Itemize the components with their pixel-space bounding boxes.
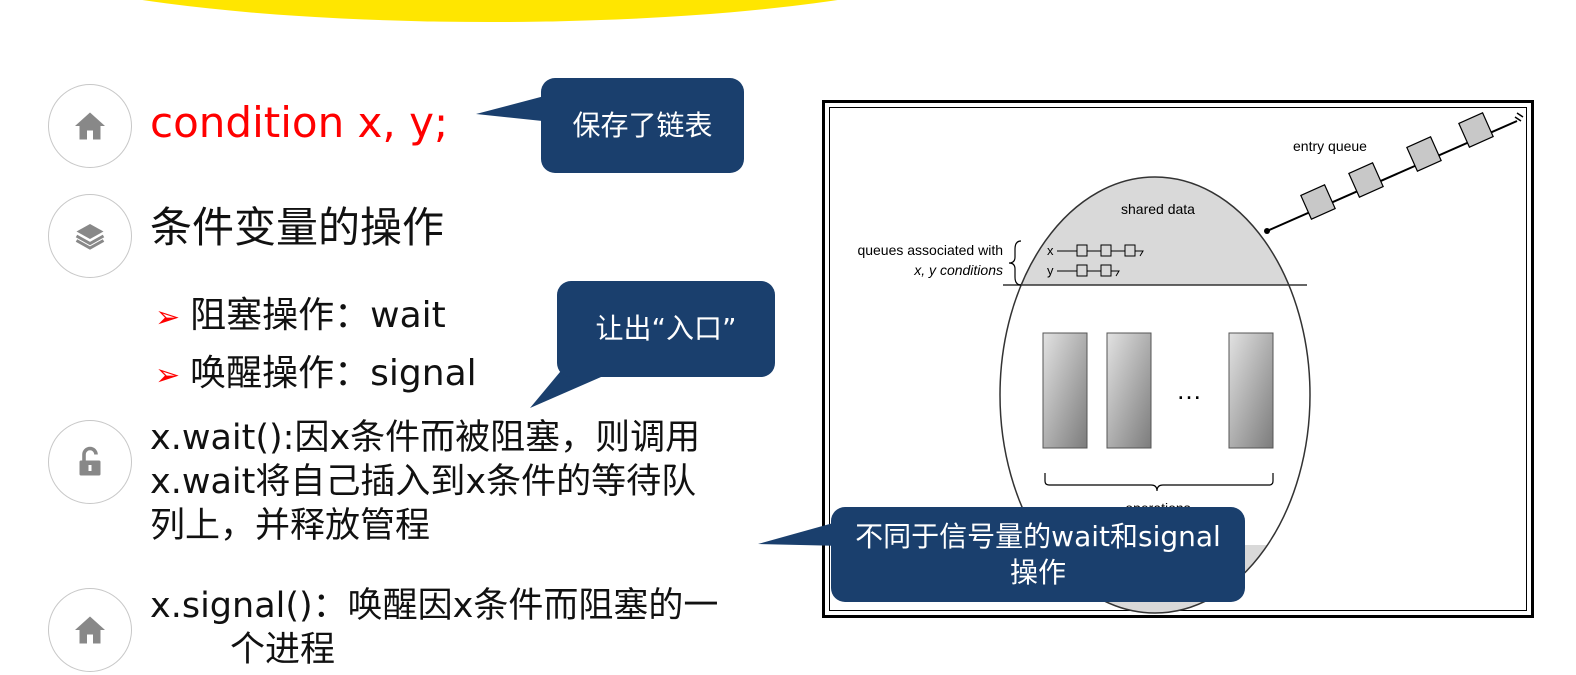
- section-heading: 条件变量的操作: [150, 203, 445, 252]
- callout-line: 操作: [1009, 555, 1066, 589]
- queues-label-line-2: x, y conditions: [913, 262, 1003, 278]
- condition-declaration: condition x, y;: [150, 98, 449, 147]
- sub-item-signal-label: 唤醒操作：signal: [190, 353, 477, 394]
- layers-icon: [75, 224, 105, 250]
- sub-item-wait: ➢ 阻塞操作：wait: [155, 286, 446, 338]
- operations-ellipsis: …: [1176, 375, 1202, 405]
- wait-description-line: x.wait将自己插入到x条件的等待队: [150, 462, 697, 502]
- sub-item-wait-label: 阻塞操作：wait: [190, 295, 446, 336]
- wait-description-line: x.wait():因x条件而被阻塞，则调用: [150, 418, 701, 458]
- shared-data-region: [1000, 177, 1310, 285]
- queues-label-line-1: queues associated with: [857, 242, 1003, 258]
- bullet-unlock-icon: [48, 420, 132, 504]
- arrow-bullet-icon: ➢: [155, 300, 181, 335]
- bullet-home-icon: [48, 84, 132, 168]
- callout-linked-list: 保存了链表: [541, 78, 744, 173]
- bullet-home-icon: [48, 588, 132, 672]
- bullet-layers-icon: [48, 194, 132, 278]
- signal-description: x.signal()：唤醒因x条件而阻塞的一 个进程: [150, 584, 718, 672]
- x-queue-label: x: [1047, 243, 1054, 258]
- callout-different-from-semaphore: 不同于信号量的wait和signal 操作: [831, 507, 1245, 602]
- top-banner: [0, 0, 1000, 22]
- signal-description-line: x.signal()：唤醒因x条件而阻塞的一: [150, 586, 719, 626]
- queues-brace: [1008, 240, 1022, 286]
- operations-brace: [1044, 473, 1274, 492]
- operation-bar: [1228, 332, 1274, 449]
- callout-yield-entry: 让出“入口”: [557, 281, 775, 377]
- operation-bar: [1042, 332, 1088, 449]
- unlock-icon: [79, 446, 101, 476]
- operation-bar: [1106, 332, 1152, 449]
- signal-description-line: 个进程: [230, 630, 336, 670]
- entry-queue-chain: [1264, 112, 1524, 234]
- home-icon: [75, 112, 105, 140]
- shared-data-label: shared data: [1121, 201, 1195, 217]
- wait-description: x.wait():因x条件而被阻塞，则调用 x.wait将自己插入到x条件的等待…: [150, 416, 700, 548]
- home-icon: [75, 616, 105, 644]
- wait-description-line: 列上，并释放管程: [150, 506, 431, 546]
- arrow-bullet-icon: ➢: [155, 358, 181, 393]
- callout-line: 不同于信号量的wait和signal: [855, 519, 1221, 553]
- entry-queue-label: entry queue: [1293, 138, 1367, 154]
- y-queue-label: y: [1047, 263, 1054, 278]
- sub-item-signal: ➢ 唤醒操作：signal: [155, 344, 477, 396]
